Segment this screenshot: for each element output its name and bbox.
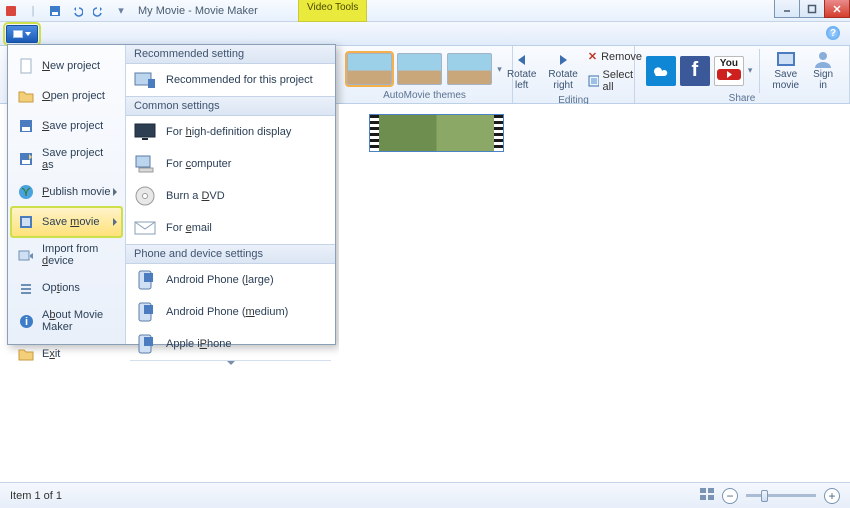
zoom-out-button[interactable]: − (722, 488, 738, 504)
rotate-right-button[interactable]: Rotate right (543, 50, 582, 93)
preset-hd[interactable]: For high-definition display (126, 116, 335, 148)
info-icon: i (17, 312, 35, 330)
menu-publish-movie[interactable]: Publish movie (11, 177, 122, 207)
automovie-theme-2[interactable] (397, 53, 442, 85)
options-icon (17, 279, 35, 297)
zoom-in-button[interactable]: + (824, 488, 840, 504)
slider-thumb[interactable] (761, 490, 768, 502)
save-disk-icon (17, 117, 35, 135)
save-as-icon (17, 150, 35, 168)
rotate-left-icon (513, 52, 531, 68)
preset-computer[interactable]: For computer (126, 148, 335, 180)
rotate-right-icon (554, 52, 572, 68)
dvd-icon (134, 186, 156, 206)
expand-more-button[interactable] (130, 360, 331, 365)
chevron-down-icon[interactable]: ▾ (748, 65, 753, 76)
application-menu-button[interactable] (6, 25, 38, 43)
video-clip-1[interactable] (369, 114, 504, 152)
section-phone: Phone and device settings (126, 244, 335, 264)
chevron-right-icon (113, 188, 117, 196)
view-thumbnails-icon[interactable] (700, 488, 714, 503)
undo-icon[interactable] (70, 4, 84, 18)
svg-text:i: i (24, 316, 27, 328)
application-menu-panel: New project Open project Save project Sa… (7, 44, 336, 345)
menu-save-project[interactable]: Save project (11, 111, 122, 141)
monitor-icon (134, 122, 156, 142)
app-icon (4, 4, 18, 18)
filmreel-icon (775, 50, 797, 68)
select-all-icon (588, 75, 599, 87)
share-skydrive-button[interactable] (646, 56, 676, 86)
menu-save-project-as[interactable]: Save project as (11, 141, 122, 177)
close-button[interactable] (824, 0, 850, 18)
computer-icon (134, 154, 156, 174)
storyboard-area[interactable] (339, 104, 850, 482)
automovie-theme-1[interactable] (347, 53, 392, 85)
menu-options[interactable]: Options (11, 273, 122, 303)
share-youtube-button[interactable]: You (714, 56, 744, 86)
remove-icon: ✕ (588, 50, 597, 63)
preset-android-large[interactable]: Android Phone (large) (126, 264, 335, 296)
chevron-right-icon (113, 218, 117, 226)
save-movie-button[interactable]: Save movie (767, 48, 804, 93)
maximize-button[interactable] (799, 0, 825, 18)
status-text: Item 1 of 1 (10, 490, 62, 502)
menu-open-project[interactable]: Open project (11, 81, 122, 111)
minimize-button[interactable] (774, 0, 800, 18)
preset-email[interactable]: For email (126, 212, 335, 244)
preset-android-medium[interactable]: Android Phone (medium) (126, 296, 335, 328)
zoom-slider[interactable] (746, 494, 816, 497)
email-icon (134, 218, 156, 238)
section-recommended: Recommended setting (126, 45, 335, 64)
automovie-theme-3[interactable] (447, 53, 492, 85)
preset-iphone[interactable]: Apple iPhone (126, 328, 335, 360)
qat-dropdown-icon[interactable]: ▾ (114, 4, 128, 18)
menu-exit[interactable]: Exit (11, 339, 122, 369)
monitor-film-icon (134, 70, 156, 90)
menu-about[interactable]: i About Movie Maker (11, 303, 122, 339)
user-icon (813, 50, 833, 68)
share-facebook-button[interactable]: f (680, 56, 710, 86)
folder-open-icon (17, 87, 35, 105)
exit-icon (17, 345, 35, 363)
globe-icon (17, 183, 35, 201)
filmreel-small-icon (17, 213, 35, 231)
save-icon[interactable] (48, 4, 62, 18)
contextual-tab-video-tools[interactable]: Video Tools (298, 0, 367, 22)
import-icon (17, 246, 35, 264)
menu-new-project[interactable]: New project (11, 51, 122, 81)
document-icon (17, 57, 35, 75)
section-common: Common settings (126, 96, 335, 116)
menu-save-movie[interactable]: Save movie (11, 207, 122, 237)
app-menu-left-column: New project Open project Save project Sa… (8, 45, 126, 344)
divider-icon: | (26, 4, 40, 18)
phone-icon (134, 270, 156, 290)
group-label-automovie: AutoMovie themes (383, 90, 466, 103)
rotate-left-button[interactable]: Rotate left (502, 50, 541, 93)
phone-icon (134, 302, 156, 322)
chevron-down-icon (227, 361, 235, 365)
help-button[interactable]: ? (826, 26, 840, 40)
redo-icon[interactable] (92, 4, 106, 18)
sign-in-button[interactable]: Sign in (808, 48, 838, 93)
preset-recommended[interactable]: Recommended for this project (126, 64, 335, 96)
menu-import-device[interactable]: Import from device (11, 237, 122, 273)
preset-dvd[interactable]: Burn a DVD (126, 180, 335, 212)
window-title: My Movie - Movie Maker (138, 5, 258, 17)
phone-icon (134, 334, 156, 354)
